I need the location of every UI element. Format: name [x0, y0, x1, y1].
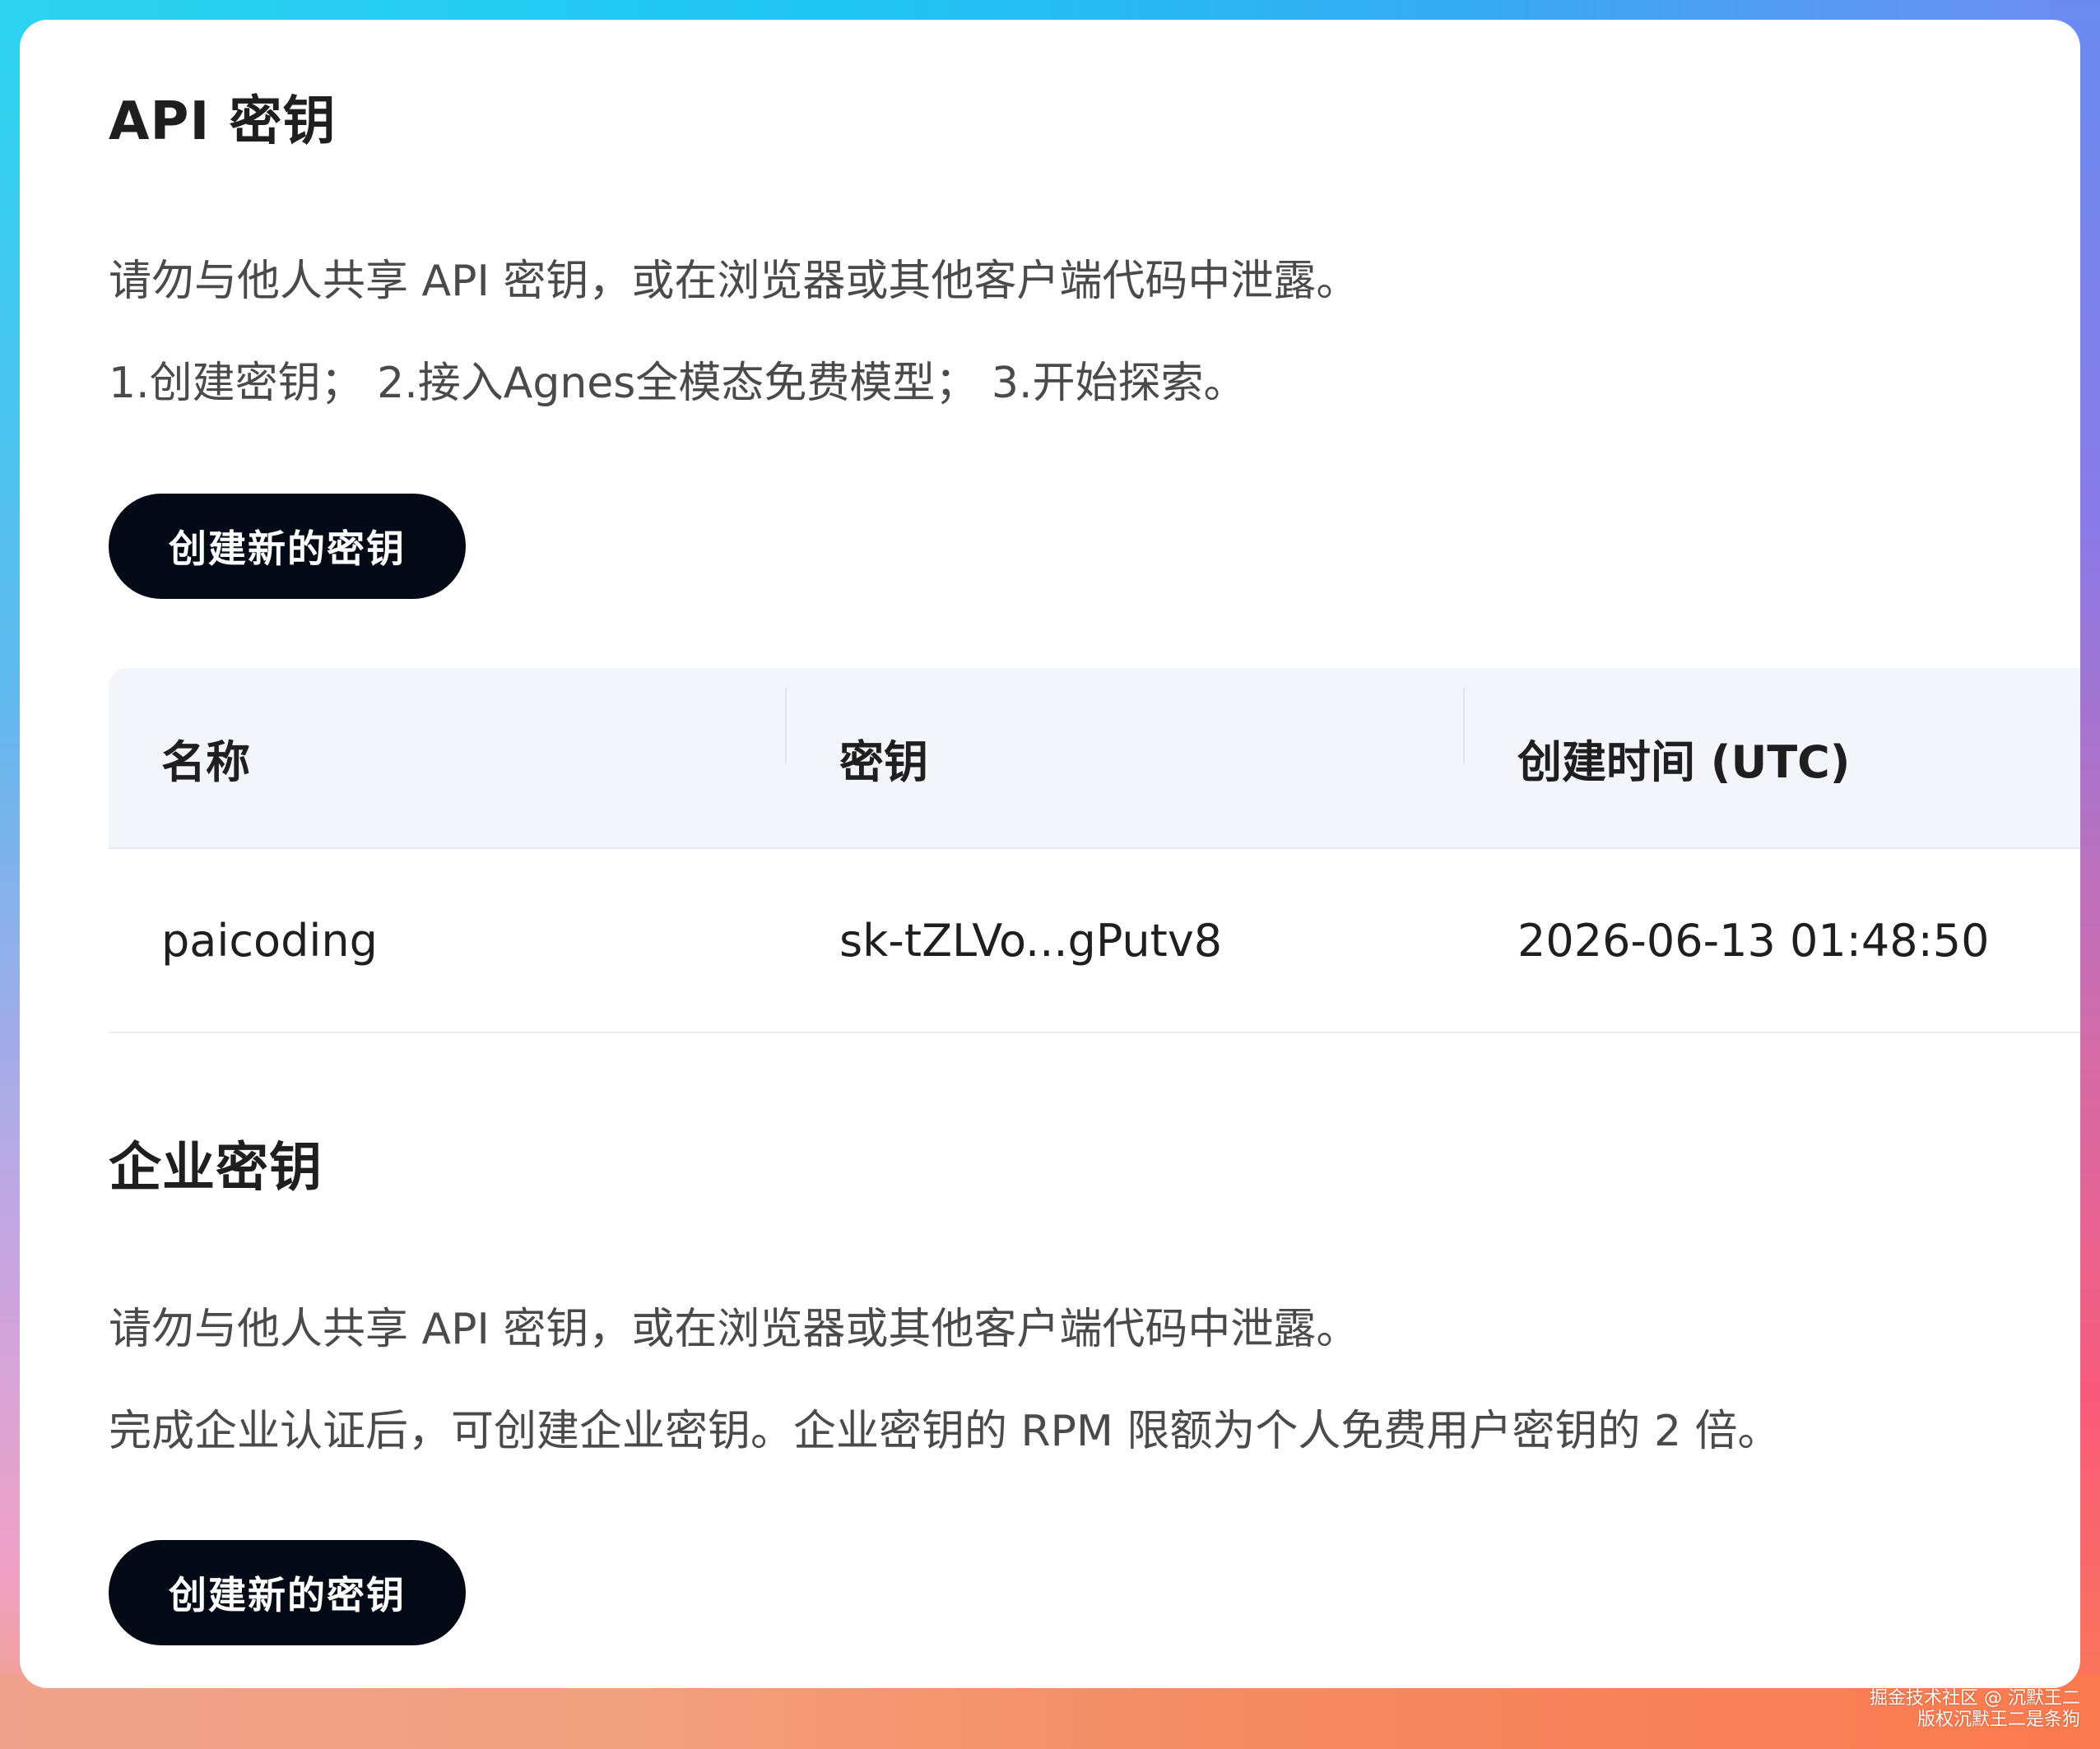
enterprise-desc-1-wrap: 请勿与他人共享 API 密钥，或在浏览器或其他客户端代码中泄露。: [109, 1308, 2080, 1351]
watermark: 掘金技术社区 @ 沉默王二 版权沉默王二是条狗: [1870, 1688, 2080, 1731]
key-name: paicoding: [161, 914, 378, 967]
watermark-line2: 版权沉默王二是条狗: [1916, 1710, 2080, 1730]
table-header-created: 创建时间 (UTC): [1517, 735, 1851, 788]
enterprise-keys-title: 企业密钥: [109, 1138, 323, 1199]
api-keys-header: API 密钥: [109, 95, 2080, 148]
create-enterprise-key-button[interactable]: 创建新的密钥: [109, 1540, 466, 1645]
api-keys-title: API 密钥: [109, 91, 337, 152]
table-header-key: 密钥: [839, 735, 928, 788]
table-cell-key: sk-tZLVo...gPutv8: [787, 915, 1465, 967]
create-api-key-button[interactable]: 创建新的密钥: [109, 494, 466, 599]
key-created-time: 2026-06-13 01:48:50: [1517, 914, 1990, 967]
api-keys-desc-2-wrap: 1.创建密钥； 2.接入Agnes全模态免费模型； 3.开始探索。: [109, 362, 2080, 405]
api-keys-card: API 密钥 请勿与他人共享 API 密钥，或在浏览器或其他客户端代码中泄露。 …: [20, 20, 2080, 1688]
table-cell-name: paicoding: [109, 915, 787, 967]
table-header-name-cell: 名称: [109, 687, 787, 791]
api-keys-desc-line2: 1.创建密钥； 2.接入Agnes全模态免费模型； 3.开始探索。: [109, 359, 1247, 408]
enterprise-desc-line2: 完成企业认证后，可创建企业密钥。企业密钥的 RPM 限额为个人免费用户密钥的 2…: [109, 1407, 1781, 1456]
api-keys-desc-1-wrap: 请勿与他人共享 API 密钥，或在浏览器或其他客户端代码中泄露。: [109, 260, 2080, 303]
table-header-key-cell: 密钥: [787, 687, 1465, 791]
table-row[interactable]: paicoding sk-tZLVo...gPutv8 2026-06-13 0…: [109, 849, 2080, 1033]
table-cell-created: 2026-06-13 01:48:50: [1465, 915, 2080, 967]
enterprise-keys-header: 企业密钥: [109, 1142, 2080, 1195]
table-header-name: 名称: [161, 735, 250, 788]
enterprise-desc-2-wrap: 完成企业认证后，可创建企业密钥。企业密钥的 RPM 限额为个人免费用户密钥的 2…: [109, 1410, 2080, 1453]
table-header-created-cell: 创建时间 (UTC): [1465, 726, 2080, 791]
enterprise-desc-line1: 请勿与他人共享 API 密钥，或在浏览器或其他客户端代码中泄露。: [109, 1305, 1359, 1354]
watermark-line1: 掘金技术社区 @ 沉默王二: [1870, 1688, 2080, 1709]
key-value: sk-tZLVo...gPutv8: [839, 914, 1223, 967]
api-keys-table: 名称 密钥 创建时间 (UTC) paicoding sk-tZLVo...gP…: [109, 668, 2080, 1033]
table-header-row: 名称 密钥 创建时间 (UTC): [109, 668, 2080, 849]
api-keys-desc-line1: 请勿与他人共享 API 密钥，或在浏览器或其他客户端代码中泄露。: [109, 257, 1359, 306]
